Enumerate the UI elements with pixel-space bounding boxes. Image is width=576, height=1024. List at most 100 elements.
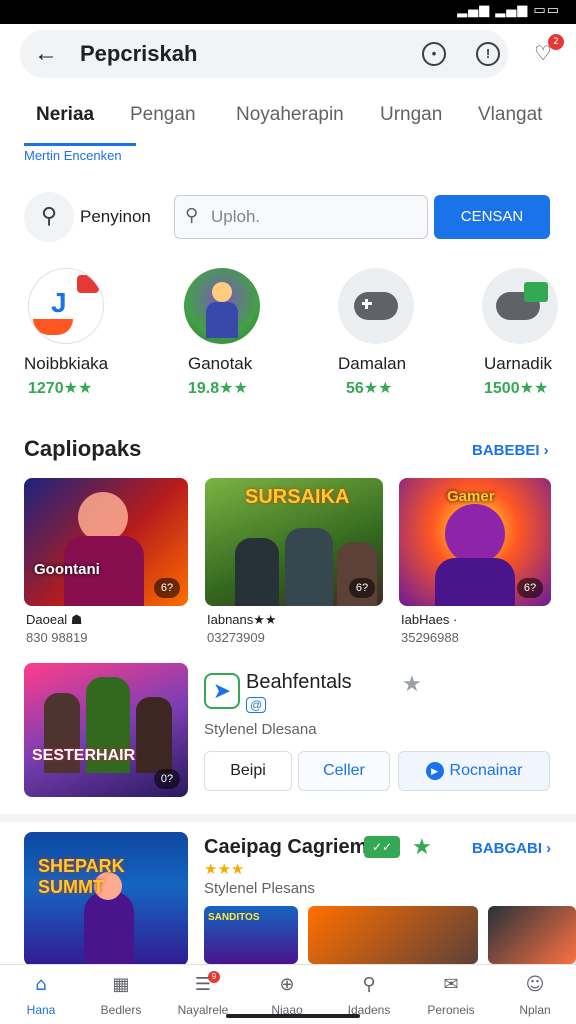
app-logo-icon: J: [51, 287, 67, 318]
thumbnail-badge: 6?: [154, 578, 180, 598]
thumbnail-title: SHEPARK SUMMT: [38, 856, 125, 897]
game-thumbnail: Goontani 6?: [24, 478, 188, 606]
home-icon: ⌂: [35, 974, 47, 995]
app-name[interactable]: Beahfentals: [246, 671, 352, 694]
bottom-navigation: ⌂ Hana ▦ Bedlers ☰ 9 Nayalrele ⊕ Niaao ⚲…: [0, 964, 576, 1024]
status-icons: ▂▄▆ ▂▄▆ ▭▭: [457, 3, 560, 18]
tab-pengan[interactable]: Pengan: [130, 104, 196, 126]
app-name: Damalan: [338, 354, 407, 373]
see-more-link[interactable]: BABEBEI ›: [472, 442, 549, 459]
app-name: Noibbkiaka: [24, 354, 109, 373]
nav-badge: 9: [208, 971, 220, 983]
magnifier-icon: ⚲: [185, 205, 199, 226]
action-button-1[interactable]: Beipi: [204, 751, 292, 791]
star-icon[interactable]: ★: [402, 671, 422, 697]
notification-badge: 2: [548, 34, 564, 50]
nav-bedlers[interactable]: ▦ Bedlers: [80, 973, 162, 1021]
play-button[interactable]: ▶ Rocnainar: [398, 751, 550, 791]
app-rating: 19.8★★: [188, 380, 248, 397]
app-badge: @: [246, 697, 267, 713]
sub-tab-label[interactable]: Mertin Encenken: [24, 148, 122, 163]
mail-icon: ✉: [443, 974, 459, 995]
action-button-2[interactable]: Celler: [298, 751, 390, 791]
search-label: Penyinon: [80, 207, 151, 226]
app-rating: 56★★: [346, 380, 393, 397]
thumbnail-badge: 6?: [349, 578, 375, 598]
gamepad-icon: [482, 268, 558, 344]
active-tab-indicator: [24, 143, 136, 146]
thumbnail-badge: 0?: [154, 769, 180, 789]
target-icon[interactable]: •: [422, 42, 446, 66]
tab-neriaa[interactable]: Neriaa: [36, 104, 94, 126]
search-field: ⚲: [174, 195, 428, 239]
verified-badge: ✓✓: [364, 836, 400, 858]
dashboard-icon: ▦: [112, 974, 130, 995]
mini-thumbnail[interactable]: [488, 906, 576, 964]
nav-peroneis[interactable]: ✉ Peroneis: [410, 973, 492, 1021]
search-icon: ⚲: [362, 974, 376, 995]
collection-thumbnail[interactable]: SHEPARK SUMMT: [24, 832, 188, 966]
thumbnail-title: SURSAIKA: [245, 486, 350, 508]
back-arrow-icon[interactable]: ←: [30, 38, 62, 70]
game-downloads: 830 98819: [26, 630, 88, 645]
game-name: Iabnans★★: [207, 612, 277, 627]
thumbnail-title: SESTERHAIR: [32, 747, 136, 764]
game-thumbnail: SURSAIKA 6?: [205, 478, 383, 606]
app-name: Ganotak: [188, 354, 253, 373]
section-title: Capliopaks: [24, 436, 142, 461]
tab-noyaherapin[interactable]: Noyaherapin: [236, 104, 344, 126]
nav-home[interactable]: ⌂ Hana: [0, 973, 82, 1021]
app-rating: 1270★★: [28, 380, 93, 397]
app-name: Uarnadik: [484, 354, 553, 373]
nav-label: Peroneis: [427, 1003, 475, 1017]
game-thumbnail: Gamer 6?: [399, 478, 551, 606]
person-icon: ☺: [525, 974, 545, 995]
thumbnail-title: Goontani: [34, 561, 100, 578]
nav-nplan[interactable]: ☺ Nplan: [494, 973, 576, 1021]
thumbnail-title: Gamer: [447, 488, 495, 505]
tab-vlangat[interactable]: Vlangat: [478, 104, 542, 126]
status-bar: ▂▄▆ ▂▄▆ ▭▭: [0, 0, 576, 24]
mini-thumbnail[interactable]: [308, 906, 478, 964]
see-more-link[interactable]: BABGABI ›: [472, 840, 551, 857]
featured-thumbnail[interactable]: SESTERHAIR 0?: [24, 663, 188, 797]
play-button-label: Rocnainar: [449, 762, 523, 779]
game-name: Daoeal ☗: [26, 612, 83, 627]
game-downloads: 35296988: [401, 630, 459, 645]
game-name: IabHaes ·: [401, 612, 458, 627]
search-button[interactable]: CENSAN: [434, 195, 550, 239]
search-input[interactable]: [211, 204, 417, 230]
app-rating: 1500★★: [484, 380, 549, 397]
mini-thumbnail[interactable]: SANDITOS: [204, 906, 298, 964]
collection-title: Caeipag Cagriem: [204, 836, 368, 858]
collection-section: SHEPARK SUMMT Caeipag Cagriem ✓✓ ★ BABGA…: [0, 832, 576, 966]
collection-subtitle: Stylenel Plesans: [204, 880, 315, 897]
search-icon[interactable]: ⚲: [24, 192, 74, 242]
star-icon: ★: [412, 834, 432, 859]
app-badge-icon: [77, 275, 99, 293]
gamepad-icon: [338, 268, 414, 344]
thumbnail-badge: 6?: [517, 578, 543, 598]
page-title: Pepcriskah: [80, 41, 198, 66]
section-divider: [0, 814, 576, 822]
app-avatar: J: [28, 268, 104, 344]
nav-label: Nplan: [519, 1003, 551, 1017]
nav-label: Hana: [26, 1003, 56, 1017]
nav-label: Bedlers: [100, 1003, 142, 1017]
rating-stars: ★★★: [204, 861, 245, 878]
game-downloads: 03273909: [207, 630, 265, 645]
compass-icon: ⊕: [279, 974, 295, 995]
info-icon[interactable]: !: [476, 42, 500, 66]
app-logo-icon: ➤: [204, 673, 240, 709]
tab-urngan[interactable]: Urngan: [380, 104, 442, 126]
top-app-bar: ← Pepcriskah • !: [20, 30, 508, 78]
play-icon: ▶: [425, 762, 444, 780]
featured-listing: SESTERHAIR 0? ➤ Beahfentals @ ★ Stylenel…: [0, 663, 576, 799]
tab-bar: Neriaa Pengan Noyaherapin Urngan Vlangat: [0, 100, 576, 140]
app-avatar: [184, 268, 260, 344]
bell-icon[interactable]: ♡ 2: [530, 34, 564, 66]
app-subtitle: Stylenel Dlesana: [204, 721, 317, 738]
search-row: ⚲ Penyinon ⚲ CENSAN: [0, 190, 576, 244]
gesture-handle: [226, 1014, 360, 1018]
mini-title: SANDITOS: [208, 912, 260, 923]
